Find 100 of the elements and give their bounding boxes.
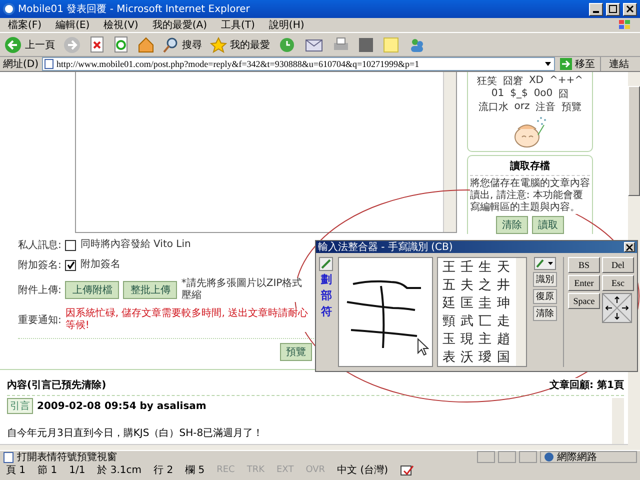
candidate-character[interactable]: 珅 xyxy=(496,296,515,312)
ime-key[interactable]: Enter xyxy=(568,275,600,291)
candidate-character[interactable]: 王 xyxy=(442,260,460,276)
history-icon[interactable] xyxy=(278,36,296,54)
emoticon-link[interactable]: XD xyxy=(528,75,544,86)
page-icon xyxy=(44,59,54,69)
mode-link[interactable]: 符 xyxy=(320,304,332,319)
links-button[interactable]: 連結 xyxy=(600,57,637,71)
preview-button[interactable]: 預覽 xyxy=(280,343,312,361)
candidate-character[interactable]: 走 xyxy=(496,314,515,330)
candidate-character[interactable]: 表 xyxy=(442,350,460,366)
pen-dropdown-icon[interactable] xyxy=(534,257,556,270)
status-item: 頁 1 xyxy=(6,464,26,477)
menu-item[interactable]: 我的最愛(A) xyxy=(152,18,207,32)
candidate-character[interactable]: 廷 xyxy=(442,296,460,312)
favorites-button[interactable]: 我的最愛 xyxy=(210,36,270,52)
status-item: 節 1 xyxy=(38,464,58,477)
windows-logo-icon xyxy=(618,19,632,31)
candidate-character[interactable]: 生 xyxy=(478,260,497,276)
candidate-character[interactable]: 五 xyxy=(442,278,460,294)
ime-key[interactable]: Space xyxy=(568,293,600,309)
arrow-pad-icon[interactable] xyxy=(602,293,632,323)
minimize-button[interactable] xyxy=(589,2,603,16)
go-button[interactable]: 移至 xyxy=(558,57,597,71)
maximize-button[interactable] xyxy=(606,2,620,16)
emoticon-link[interactable]: 囧 xyxy=(558,86,569,100)
home-icon[interactable] xyxy=(137,36,155,54)
candidate-character[interactable]: 頸 xyxy=(442,314,460,330)
status-item: 1/1 xyxy=(69,464,86,476)
emoticon-link[interactable]: 狂笑 xyxy=(476,74,497,88)
close-button[interactable] xyxy=(624,242,635,252)
draft-button[interactable]: 讀取 xyxy=(532,216,564,234)
quote-scrollbar[interactable] xyxy=(612,398,624,444)
candidate-character[interactable]: 趙 xyxy=(496,332,515,348)
candidate-character[interactable]: 之 xyxy=(478,278,497,294)
search-icon xyxy=(163,36,179,52)
emoticon-link[interactable]: 0o0 xyxy=(534,88,553,99)
candidate-character[interactable]: 沃 xyxy=(460,350,479,366)
candidate-character[interactable]: 天 xyxy=(496,260,515,276)
emoticon-link[interactable]: 流口水 xyxy=(478,100,508,114)
close-button[interactable] xyxy=(623,2,637,16)
menu-item[interactable]: 工具(T) xyxy=(221,18,255,32)
ime-key[interactable]: BS xyxy=(568,257,600,273)
ime-action-button[interactable]: 復原 xyxy=(533,289,557,304)
candidate-character[interactable]: 圭 xyxy=(478,296,497,312)
draft-title: 讀取存檔 xyxy=(470,159,590,176)
mode-indicator: EXT xyxy=(276,465,294,475)
candidate-character[interactable]: 主 xyxy=(478,332,497,348)
emoticon-link[interactable]: 01 xyxy=(491,88,504,99)
status-pane xyxy=(519,451,537,463)
candidate-character[interactable]: 玉 xyxy=(442,332,460,348)
candidate-character[interactable]: 国 xyxy=(496,350,515,366)
status-item: 欄 5 xyxy=(185,464,205,477)
emoticon-link[interactable]: 注音 xyxy=(536,100,556,114)
field-label: 重要通知: xyxy=(18,314,62,327)
language-indicator: 中文 (台灣) xyxy=(337,464,388,477)
emoticon-link[interactable]: 預覽 xyxy=(562,100,582,114)
horizontal-scrollbar[interactable] xyxy=(0,444,628,450)
checkbox[interactable] xyxy=(65,260,76,270)
candidate-character[interactable]: 璦 xyxy=(478,350,497,366)
status-item: 於 3.1cm xyxy=(97,464,142,477)
emoticon-link[interactable]: ^++^ xyxy=(550,75,584,86)
upload-button[interactable]: 上傳附檔 xyxy=(65,281,120,299)
draft-button[interactable]: 清除 xyxy=(496,216,528,234)
candidate-character[interactable]: 壬 xyxy=(460,260,479,276)
emoticon-link[interactable]: $_$ xyxy=(510,88,528,99)
section-title: 內容(引言已預先清除) xyxy=(7,378,106,392)
ime-action-button[interactable]: 清除 xyxy=(533,306,557,321)
mode-indicator: TRK xyxy=(246,465,264,475)
candidate-character[interactable]: 夫 xyxy=(460,278,479,294)
checkbox[interactable] xyxy=(65,240,76,250)
mode-link[interactable]: 劃 xyxy=(320,272,332,287)
back-button[interactable]: 上一頁 xyxy=(4,36,55,54)
textarea-scrollbar[interactable] xyxy=(443,72,456,232)
pen-icon[interactable] xyxy=(319,257,334,271)
ime-key[interactable]: Esc xyxy=(602,275,634,291)
mode-link[interactable]: 部 xyxy=(320,288,332,303)
stop-icon[interactable] xyxy=(89,36,105,54)
post-meta: 2009-02-08 09:54 by asalisam xyxy=(37,400,206,412)
upload-button[interactable]: 整批上傳 xyxy=(123,281,178,299)
candidate-character[interactable]: 武 xyxy=(460,314,479,330)
quote-tag[interactable]: 引言 xyxy=(7,398,33,414)
candidate-character[interactable]: 匡 xyxy=(460,296,479,312)
candidate-character[interactable]: 井 xyxy=(496,278,515,294)
candidate-character[interactable]: 現 xyxy=(460,332,479,348)
candidate-scrollbar[interactable] xyxy=(516,258,526,366)
refresh-icon[interactable] xyxy=(113,36,129,54)
emoticon-link[interactable]: 囧窘 xyxy=(502,74,523,88)
ime-action-button[interactable]: 識別 xyxy=(533,272,557,287)
menu-item[interactable]: 編輯(E) xyxy=(56,18,90,32)
ime-key[interactable]: Del xyxy=(602,257,634,273)
menu-item[interactable]: 檢視(V) xyxy=(104,18,138,32)
candidate-character[interactable]: 匸 xyxy=(478,314,497,330)
checkbox-label: 附加簽名 xyxy=(80,259,120,271)
emoticon-link[interactable]: orz xyxy=(514,101,530,112)
address-field[interactable]: http://www.mobile01.com/post.php?mode=reply&f=342&t=930888&u=610704&q=10271999&p=1 xyxy=(42,57,555,71)
search-button[interactable]: 搜尋 xyxy=(163,36,202,52)
close-icon xyxy=(626,244,633,250)
menu-item[interactable]: 檔案(F) xyxy=(8,18,42,32)
menu-item[interactable]: 說明(H) xyxy=(268,18,304,32)
